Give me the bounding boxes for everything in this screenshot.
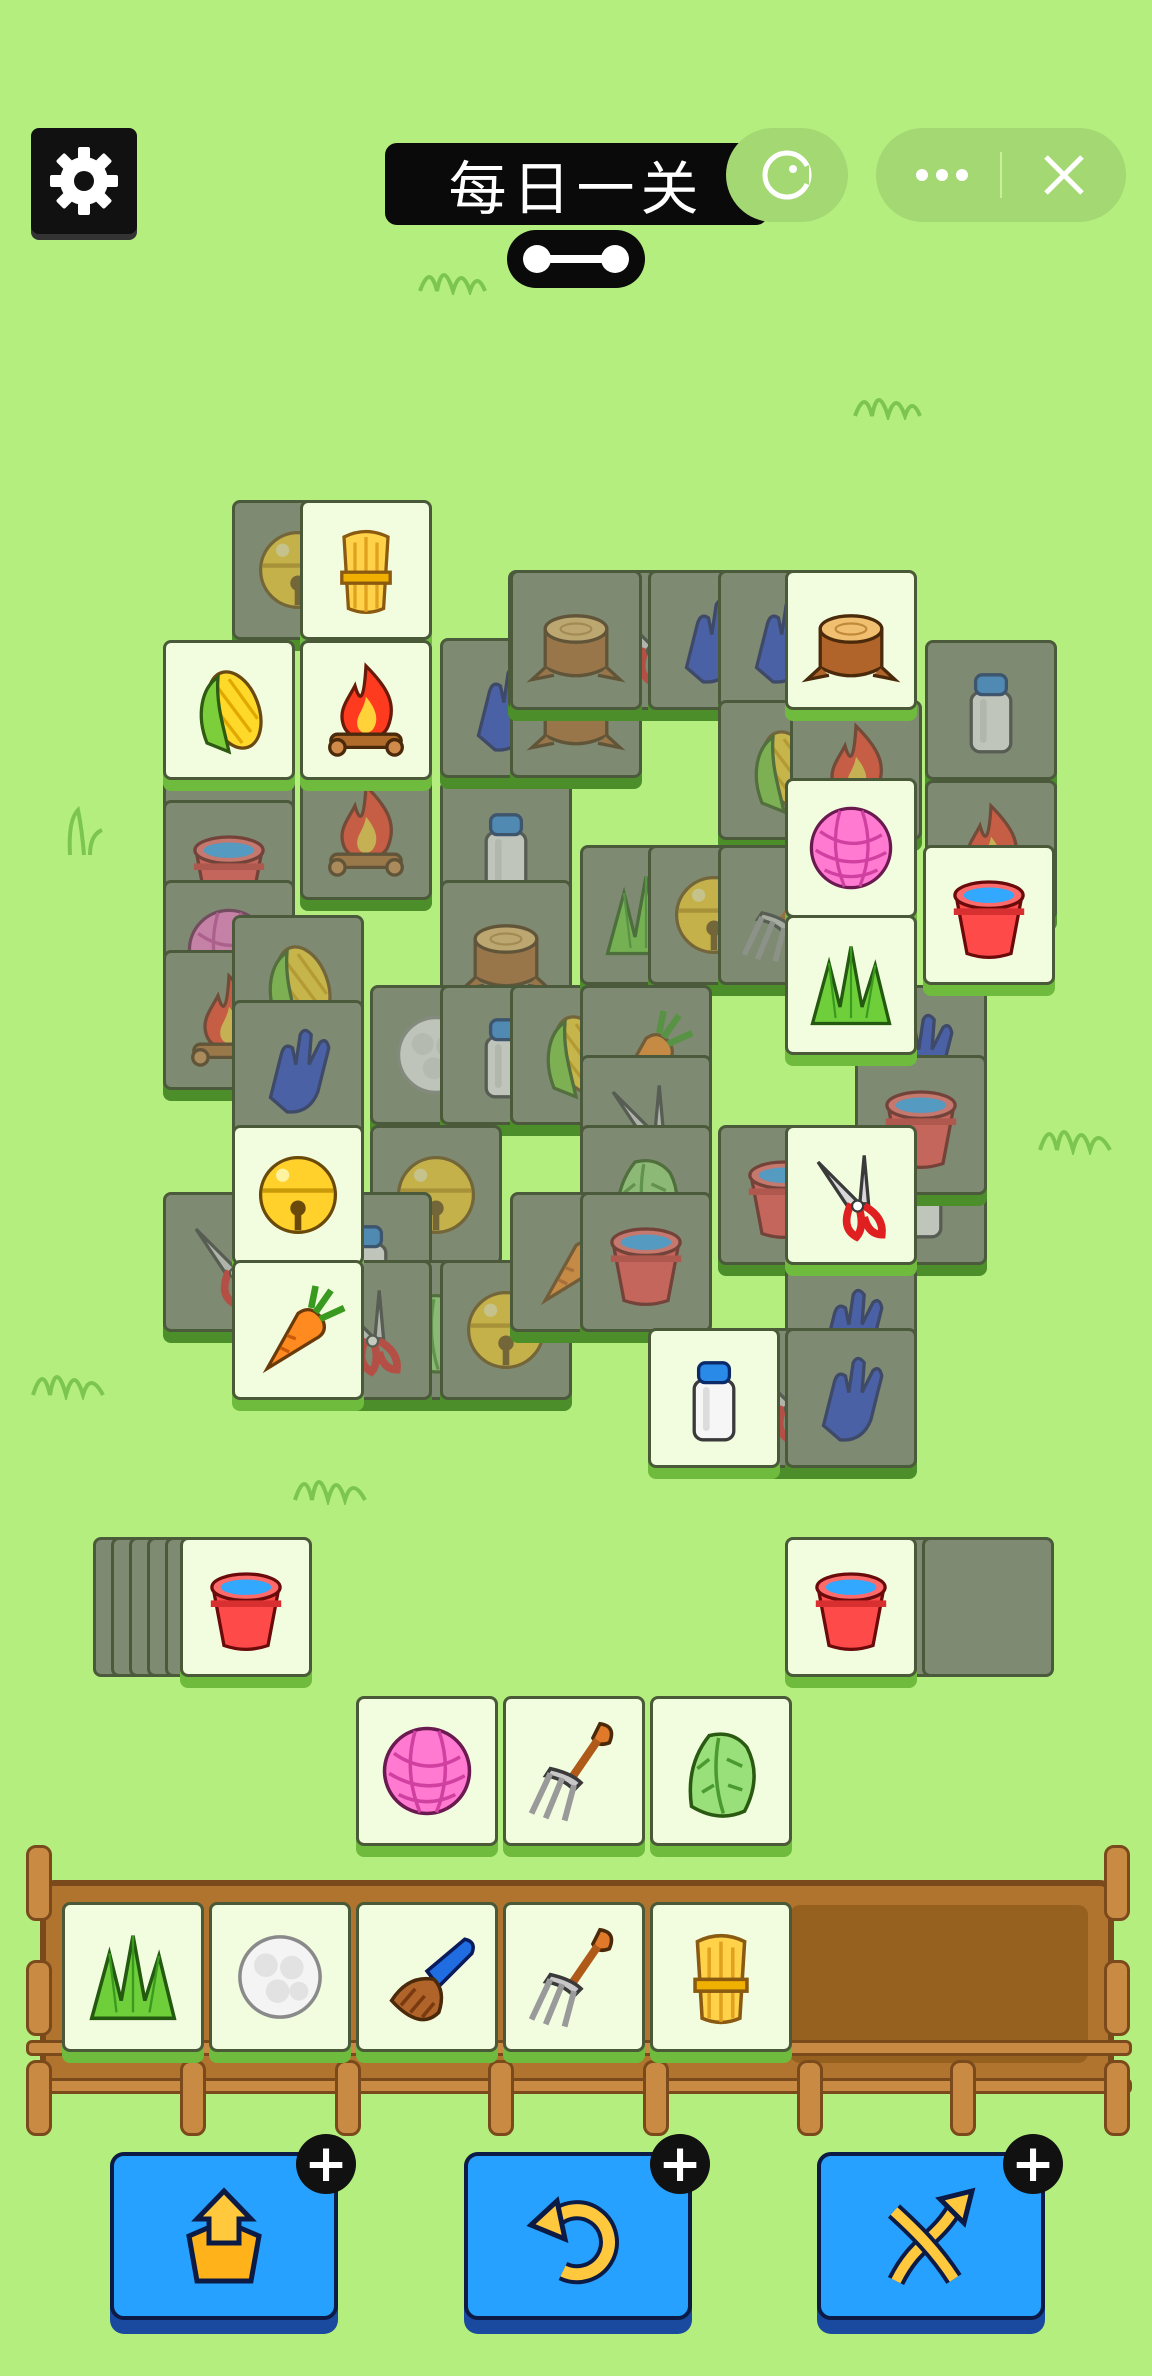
undo-button[interactable]: + — [464, 2134, 710, 2320]
progress-bar-icon — [523, 245, 629, 273]
grass-decoration — [67, 805, 103, 856]
board-tile — [925, 640, 1057, 780]
corn-icon — [199, 670, 263, 755]
wheat-icon — [693, 1933, 749, 2025]
middle-row-tile[interactable] — [356, 1696, 498, 1846]
add-shuffle-icon[interactable]: + — [1003, 2134, 1063, 2194]
middle-row-tile[interactable] — [503, 1696, 645, 1846]
board-tile — [580, 1192, 712, 1332]
carrot-icon — [262, 1285, 346, 1374]
bucket-icon — [210, 1572, 282, 1651]
left-stack-top-tile[interactable] — [180, 1537, 312, 1677]
stacked-tile-back — [922, 1537, 1054, 1677]
board-tile[interactable] — [163, 640, 295, 780]
fire-icon — [328, 782, 404, 877]
add-undo-icon[interactable]: + — [650, 2134, 710, 2194]
grass-decoration — [31, 1375, 105, 1400]
stump-icon — [801, 614, 901, 683]
close-button[interactable] — [1016, 138, 1112, 212]
shuffle-icon — [887, 2187, 976, 2286]
fence-post — [797, 2060, 823, 2136]
milk-icon — [692, 1361, 736, 1442]
progress-indicator — [507, 230, 645, 288]
milk-icon — [969, 673, 1013, 754]
board-tile — [300, 760, 432, 900]
mini-program-button[interactable] — [726, 128, 848, 222]
grass-decoration — [418, 273, 487, 295]
capsule-menu — [876, 128, 1126, 222]
grass-decoration — [853, 398, 922, 420]
board-tile[interactable] — [300, 500, 432, 640]
board-tile[interactable] — [923, 845, 1055, 985]
fence-post — [1104, 1845, 1130, 1921]
fence-post — [180, 2060, 206, 2136]
fence-post — [950, 2060, 976, 2136]
fence-post — [1104, 2060, 1130, 2136]
board-tile[interactable] — [648, 1328, 780, 1468]
board-tile — [785, 1328, 917, 1468]
fence-post — [26, 1960, 52, 2036]
bucket-icon — [815, 1572, 887, 1651]
wheat-icon — [340, 529, 392, 614]
board-tile[interactable] — [785, 778, 917, 918]
grass-icon — [89, 1935, 177, 2021]
board-tile[interactable] — [232, 1260, 364, 1400]
middle-row-tile[interactable] — [650, 1696, 792, 1846]
board-tile[interactable] — [232, 1125, 364, 1265]
yarn-icon — [809, 806, 893, 890]
move-out-icon — [186, 2187, 262, 2284]
bucket-icon — [953, 880, 1025, 959]
brush-icon — [389, 1937, 475, 2022]
shuffle-button[interactable]: + — [817, 2134, 1063, 2320]
grass-decoration — [1038, 1130, 1112, 1155]
level-title: 每日一关 — [385, 143, 768, 225]
close-icon — [1044, 155, 1084, 195]
pliers-icon — [816, 1155, 886, 1242]
stump-icon — [526, 614, 626, 683]
bucket-icon — [610, 1227, 682, 1306]
board-tile[interactable] — [785, 570, 917, 710]
cabbage-icon — [688, 1732, 756, 1818]
grass-icon — [810, 946, 892, 1026]
mini-program-icon — [762, 150, 812, 200]
settings-button[interactable] — [31, 128, 137, 234]
board-tile[interactable] — [785, 1125, 917, 1265]
board-tile[interactable] — [785, 915, 917, 1055]
move-out-button[interactable]: + — [110, 2134, 356, 2320]
board-tile — [232, 1000, 364, 1140]
capsule-divider — [1000, 152, 1002, 198]
tray-slot-tile[interactable] — [62, 1902, 204, 2052]
cotton-icon — [238, 1935, 322, 2019]
fence-post — [335, 2060, 361, 2136]
more-icon — [916, 169, 968, 181]
glove-icon — [821, 1356, 884, 1442]
right-stack-top-tile[interactable] — [785, 1537, 917, 1677]
glove-icon — [268, 1028, 331, 1114]
bell-icon — [258, 1155, 338, 1235]
tray-slot-tile[interactable] — [503, 1902, 645, 2052]
gear-icon — [50, 147, 118, 215]
tray-slot-tile[interactable] — [650, 1902, 792, 2052]
more-button[interactable] — [894, 138, 990, 212]
yarn-icon — [382, 1726, 472, 1816]
tray-slot-tile[interactable] — [356, 1902, 498, 2052]
fence-post — [488, 2060, 514, 2136]
fence-post — [643, 2060, 669, 2136]
rake-icon — [528, 1927, 614, 2028]
board-tile — [510, 570, 642, 710]
board-tile[interactable] — [300, 640, 432, 780]
rake-icon — [528, 1721, 614, 1822]
tray-slot-tile[interactable] — [209, 1902, 351, 2052]
fire-icon — [328, 662, 404, 757]
fence-post — [26, 2060, 52, 2136]
add-move-out-icon[interactable]: + — [296, 2134, 356, 2194]
undo-icon — [526, 2196, 619, 2285]
fence-post — [26, 1845, 52, 1921]
grass-decoration — [293, 1480, 367, 1505]
fence-post — [1104, 1960, 1130, 2036]
